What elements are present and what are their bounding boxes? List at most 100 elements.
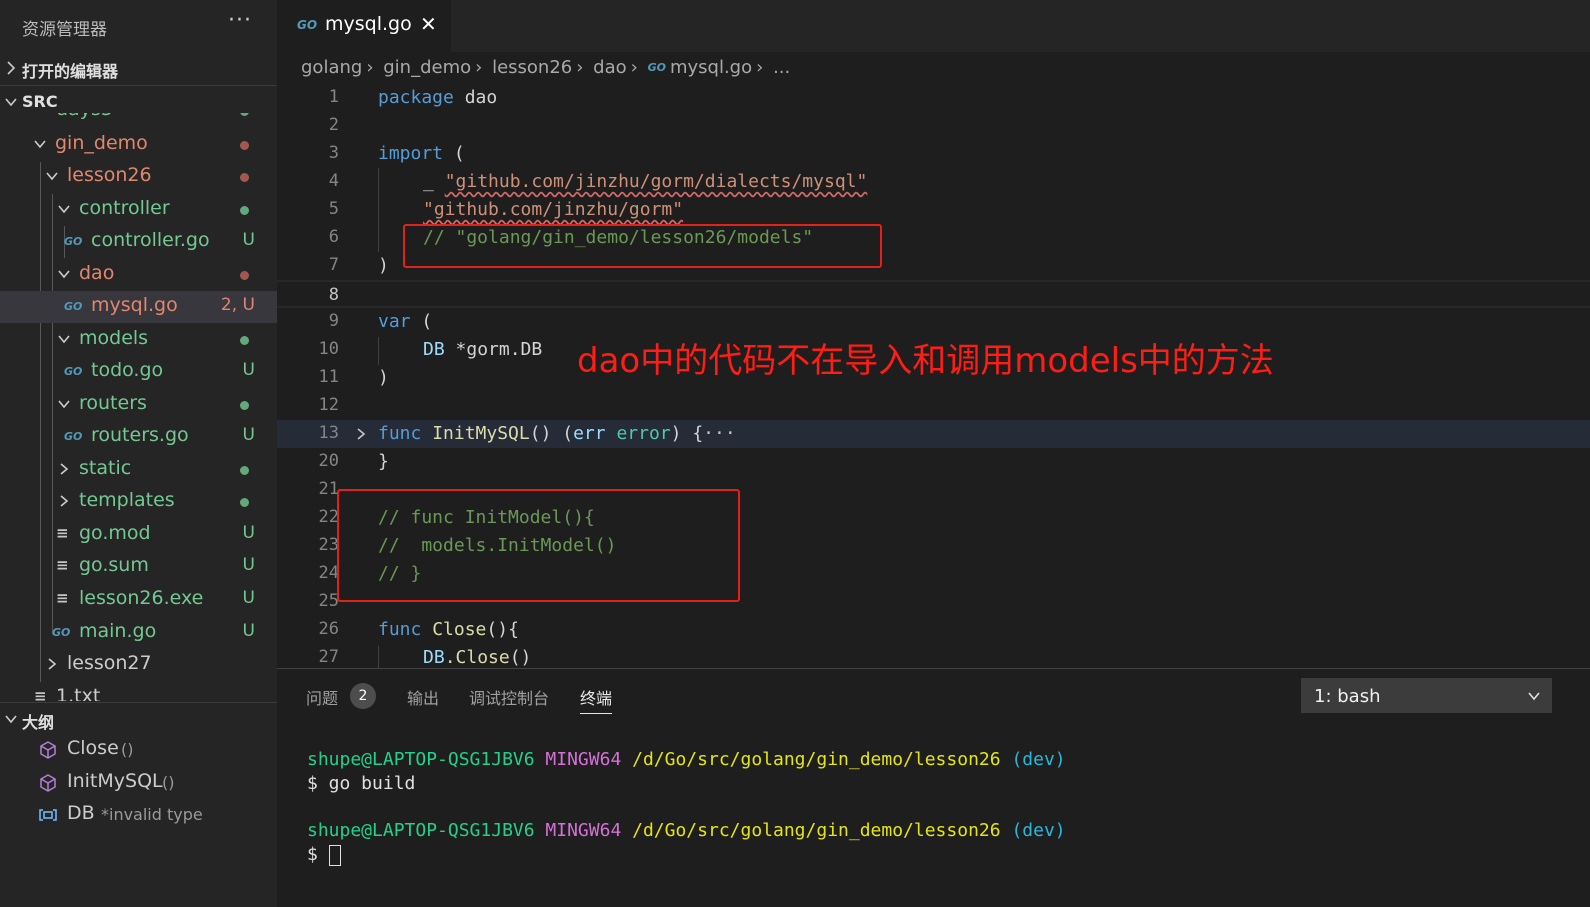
chevron-right-icon: › [366, 56, 374, 78]
tree-item-static[interactable]: static [0, 454, 277, 486]
chevron-right-icon: › [576, 56, 584, 78]
breadcrumb-item[interactable]: golang [301, 57, 362, 78]
annotation-box-import [403, 224, 882, 268]
go-file-icon: GO [52, 626, 71, 639]
breadcrumb-item[interactable]: mysql.go [670, 57, 752, 78]
code-text: DB *gorm.DB [423, 339, 543, 360]
code-text: func Close(){ [378, 619, 519, 640]
code-line: 26 func Close(){ [277, 616, 1590, 644]
outline-item-label: InitMySQL [67, 770, 163, 792]
outline-item-label: Close [67, 737, 119, 759]
tree-item-label: todo.go [91, 359, 164, 381]
tree-item-dao[interactable]: dao [0, 259, 277, 291]
tree-item-routers[interactable]: routers [0, 389, 277, 421]
tree-item-lesson27[interactable]: lesson27 [0, 649, 277, 681]
text-file-icon: ≡ [56, 524, 69, 542]
outline-item-detail: () [162, 773, 175, 792]
tree-item-controller[interactable]: controller [0, 194, 277, 226]
chevron-down-icon [58, 400, 70, 409]
chevron-down-icon [58, 270, 70, 279]
line-number: 4 [328, 171, 339, 191]
tree-item-days5[interactable]: days5 [0, 113, 277, 127]
code-text: func InitMySQL() (err error) {··· [378, 423, 736, 444]
git-status-badge: U [242, 360, 255, 380]
tab-output[interactable]: 输出 [407, 685, 439, 709]
tree-item-lesson26-exe[interactable]: ≡ lesson26.exe U [0, 584, 277, 616]
tab-problems[interactable]: 问题 [306, 685, 338, 709]
tree-item-label: lesson26.exe [79, 587, 204, 609]
go-file-icon: GO [64, 235, 83, 248]
bottom-panel: 问题 2 输出 调试控制台 终端 1: bash shupe@LAPTOP-QS… [277, 668, 1590, 907]
go-file-icon: GO [647, 60, 666, 74]
breadcrumb-item[interactable]: lesson26 [492, 57, 572, 78]
tree-item-label: static [79, 457, 132, 479]
status-dot [240, 173, 249, 182]
line-number: 10 [318, 339, 339, 359]
breadcrumb-item[interactable]: ... [773, 57, 790, 78]
code-line: 20 } [277, 448, 1590, 476]
line-number: 20 [318, 451, 339, 471]
breadcrumb-item[interactable]: dao [593, 57, 626, 78]
outline-item-close[interactable]: Close () [0, 734, 277, 766]
method-cube-icon [40, 741, 56, 759]
tree-item-label: 1.txt [56, 685, 101, 701]
line-number: 1 [328, 87, 339, 107]
tree-item-templates[interactable]: templates [0, 486, 277, 518]
code-text: ) [378, 255, 389, 276]
tree-item-models[interactable]: models [0, 324, 277, 356]
tree-item-controller-go[interactable]: GO controller.go U [0, 226, 277, 258]
open-editors-section[interactable]: 打开的编辑器 [0, 52, 277, 84]
tree-item-lesson26[interactable]: lesson26 [0, 161, 277, 193]
terminal-select-value: 1: bash [1314, 686, 1381, 707]
chevron-right-icon[interactable] [355, 427, 367, 441]
tree-item-gin-demo[interactable]: gin_demo [0, 129, 277, 161]
terminal-prompt-line: shupe@LAPTOP-QSG1JBV6 MINGW64 /d/Go/src/… [307, 820, 1066, 841]
terminal-command-line: $ go build [307, 773, 416, 794]
tree-item-label: lesson27 [67, 652, 152, 674]
outline-item-db[interactable]: DB *invalid type [0, 799, 277, 831]
tree-item-todo-go[interactable]: GO todo.go U [0, 356, 277, 388]
tree-item-label: go.mod [79, 522, 151, 544]
more-actions-icon[interactable]: ··· [228, 8, 252, 33]
line-number: 5 [328, 199, 339, 219]
go-file-icon: GO [64, 365, 83, 378]
outline-item-initmysql[interactable]: InitMySQL () [0, 767, 277, 799]
terminal-select[interactable]: 1: bash [1301, 678, 1552, 713]
tab-debug-console[interactable]: 调试控制台 [469, 685, 549, 709]
tab-terminal[interactable]: 终端 [580, 685, 613, 714]
status-dot [240, 498, 249, 507]
breadcrumb: golang › gin_demo › lesson26 › dao › GO mysql… [301, 56, 790, 82]
tree-item-routers-go[interactable]: GO routers.go U [0, 421, 277, 453]
code-line: 1 package dao [277, 84, 1590, 112]
line-number: 3 [328, 143, 339, 163]
close-icon[interactable]: ✕ [420, 12, 437, 36]
tree-item-label: gin_demo [55, 132, 148, 154]
tree-item-main-go[interactable]: GO main.go U [0, 617, 277, 649]
breadcrumb-item[interactable]: gin_demo [383, 57, 471, 78]
go-file-icon: GO [64, 430, 83, 443]
chevron-down-icon [5, 98, 17, 107]
outline-item-detail: *invalid type [101, 805, 203, 824]
line-number: 11 [318, 367, 339, 387]
tree-item-label: controller.go [91, 229, 210, 251]
tree-item-label: controller [79, 197, 170, 219]
tree-item-label: dao [79, 262, 115, 284]
tree-item-go-sum[interactable]: ≡ go.sum U [0, 551, 277, 583]
line-number: 27 [318, 647, 339, 667]
tree-item-mysql-go[interactable]: GO mysql.go 2, U [0, 291, 277, 323]
git-status-badge: U [242, 588, 255, 608]
text-file-icon: ≡ [56, 556, 69, 574]
tab-mysql-go[interactable]: GO mysql.go ✕ [277, 0, 451, 52]
line-number: 12 [318, 395, 339, 415]
outline-section[interactable]: 大纲 [0, 702, 277, 734]
explorer-header: 资源管理器 ··· [0, 0, 277, 50]
tree-item-go-mod[interactable]: ≡ go.mod U [0, 519, 277, 551]
tree-item-1-txt[interactable]: ≡ 1.txt [0, 682, 277, 701]
text-file-icon: ≡ [34, 687, 47, 701]
line-number: 26 [318, 619, 339, 639]
tree-item-label: routers [79, 392, 147, 414]
terminal-input-line[interactable]: $ [307, 844, 341, 868]
code-line: 27 DB.Close() [277, 644, 1590, 668]
tab-label: mysql.go [325, 13, 412, 35]
problems-count-badge: 2 [350, 683, 376, 709]
